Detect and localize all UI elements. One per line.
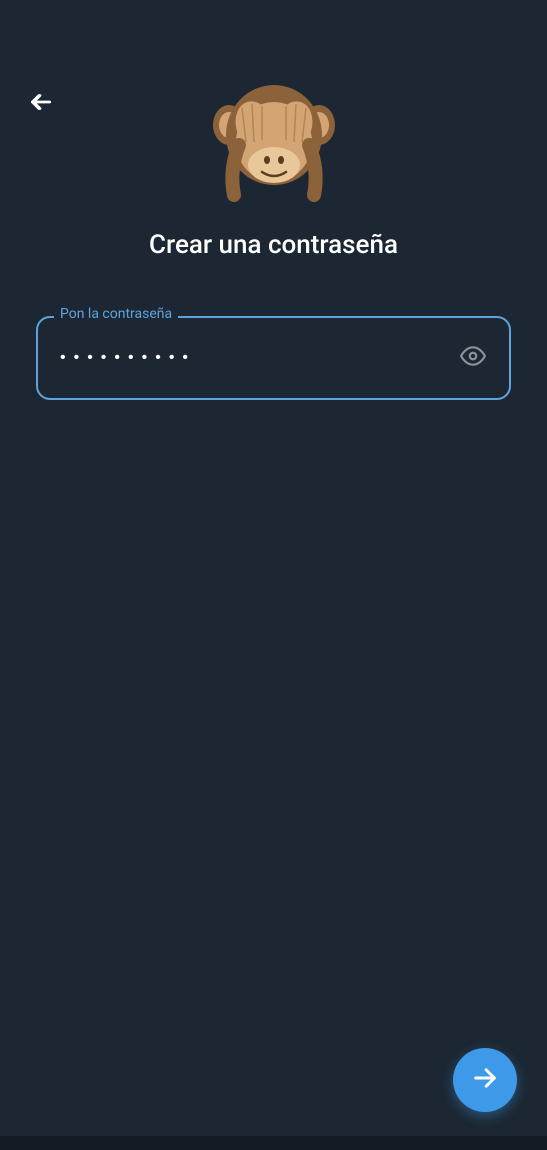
arrow-right-icon	[471, 1064, 499, 1096]
next-button[interactable]	[453, 1048, 517, 1112]
eye-icon	[460, 343, 486, 373]
password-input-label: Pon la contraseña	[54, 306, 178, 322]
back-button[interactable]	[24, 88, 56, 120]
password-field[interactable]: ••••••••••	[58, 349, 457, 367]
password-input-container: Pon la contraseña ••••••••••	[36, 316, 511, 400]
toggle-password-visibility-button[interactable]	[457, 342, 489, 374]
bottom-nav-bar	[0, 1136, 547, 1150]
page-title: Crear una contraseña	[0, 230, 547, 260]
back-arrow-icon	[27, 89, 53, 119]
password-input-wrapper[interactable]: ••••••••••	[36, 316, 511, 400]
see-no-evil-monkey-icon	[204, 70, 344, 210]
illustration-container	[0, 70, 547, 210]
